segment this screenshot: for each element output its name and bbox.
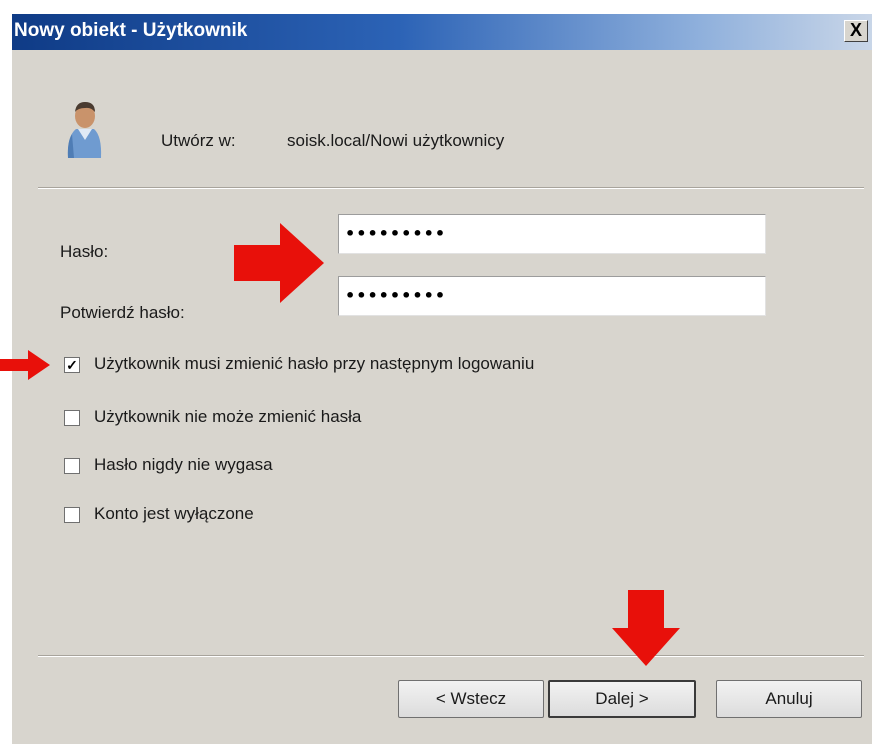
user-icon	[67, 102, 102, 158]
next-button[interactable]: Dalej >	[548, 680, 696, 718]
separator	[38, 187, 864, 189]
cancel-button[interactable]: Anuluj	[716, 680, 862, 718]
checkbox[interactable]	[64, 458, 80, 474]
option-label: Użytkownik musi zmienić hasło przy nastę…	[94, 354, 535, 373]
title-bar[interactable]: Nowy obiekt - Użytkownik X	[12, 14, 872, 50]
arrow-right-icon	[0, 350, 50, 380]
checkbox[interactable]	[64, 410, 80, 426]
close-button[interactable]: X	[844, 20, 868, 42]
confirm-password-field[interactable]: •••••••••	[338, 276, 766, 316]
option-label: Konto jest wyłączone	[94, 504, 254, 523]
option-label: Użytkownik nie może zmienić hasła	[94, 407, 362, 426]
create-in-path: soisk.local/Nowi użytkownicy	[287, 131, 505, 150]
checkbox-checked[interactable]: ✓	[64, 357, 80, 373]
create-in-label: Utwórz w:	[161, 131, 236, 150]
password-field[interactable]: •••••••••	[338, 214, 766, 254]
confirm-password-label: Potwierdź hasło:	[60, 303, 185, 322]
arrow-down-icon	[612, 590, 680, 666]
close-icon: X	[849, 20, 862, 40]
new-object-user-dialog: Nowy obiekt - Użytkownik X Utwórz w: soi…	[12, 14, 872, 744]
window-title: Nowy obiekt - Użytkownik	[14, 20, 248, 41]
checkbox[interactable]	[64, 507, 80, 523]
back-button[interactable]: < Wstecz	[398, 680, 544, 718]
password-label: Hasło:	[60, 242, 109, 261]
separator	[38, 655, 864, 657]
option-label: Hasło nigdy nie wygasa	[94, 455, 273, 474]
arrow-right-icon	[234, 223, 324, 303]
